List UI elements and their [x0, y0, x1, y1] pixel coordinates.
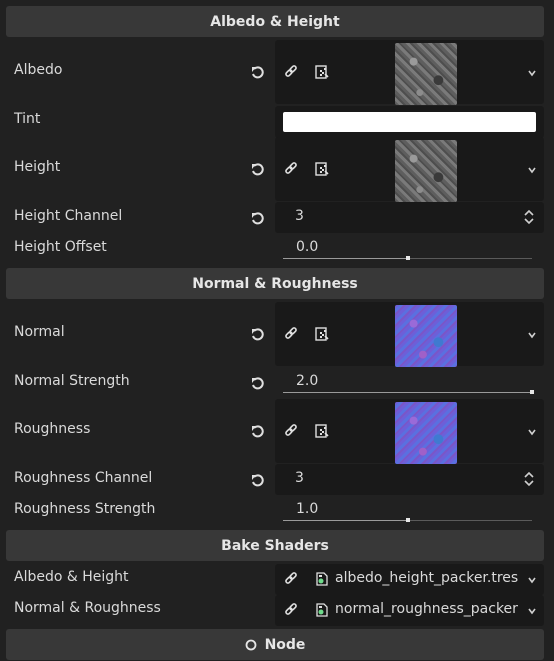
tint-label: Tint [14, 111, 41, 127]
slider-track[interactable] [283, 390, 534, 394]
height-channel-label: Height Channel [14, 208, 123, 224]
roughness-strength-label: Roughness Strength [14, 501, 156, 517]
section-title: Bake Shaders [221, 537, 329, 554]
slider-fill [283, 392, 532, 393]
slider-track[interactable] [283, 518, 532, 522]
resource-file-icon [313, 570, 331, 588]
revert-icon[interactable] [250, 424, 266, 440]
revert-icon[interactable] [250, 211, 266, 227]
slider-fill [283, 258, 408, 259]
make-unique-icon[interactable] [313, 422, 331, 440]
revert-icon[interactable] [250, 162, 266, 178]
bake-albedo-height-resource[interactable]: albedo_height_packer.tres [275, 564, 544, 595]
link-icon[interactable] [282, 570, 300, 588]
roughness-texture-thumbnail[interactable] [395, 402, 457, 464]
height-texture-field[interactable] [275, 137, 544, 202]
roughness-strength-slider[interactable]: 1.0 [275, 496, 544, 527]
section-albedo-height[interactable]: Albedo & Height [6, 6, 544, 37]
slider-grabber[interactable] [530, 390, 534, 394]
section-normal-roughness[interactable]: Normal & Roughness [6, 268, 544, 299]
normal-texture-field[interactable] [275, 302, 544, 367]
normal-texture-thumbnail[interactable] [395, 305, 457, 367]
make-unique-icon[interactable] [313, 160, 331, 178]
normal-strength-slider[interactable]: 2.0 [275, 368, 544, 399]
roughness-channel-label: Roughness Channel [14, 470, 153, 486]
revert-icon[interactable] [250, 376, 266, 392]
height-channel-value[interactable]: 3 [295, 208, 304, 224]
height-channel-spinbox[interactable]: 3 [275, 202, 544, 233]
bake-normal-roughness-resource[interactable]: normal_roughness_packer [275, 595, 544, 626]
bake-normal-roughness-filename: normal_roughness_packer [335, 601, 518, 617]
make-unique-icon[interactable] [313, 63, 331, 81]
bake-albedo-height-label: Albedo & Height [14, 569, 129, 585]
chevron-down-icon[interactable] [526, 605, 538, 617]
make-unique-icon[interactable] [313, 325, 331, 343]
revert-icon[interactable] [250, 473, 266, 489]
bake-albedo-height-filename: albedo_height_packer.tres [335, 570, 519, 586]
spin-arrows-icon[interactable] [524, 209, 534, 225]
spin-arrows-icon[interactable] [524, 471, 534, 487]
resource-file-icon [313, 601, 331, 619]
roughness-strength-value[interactable]: 1.0 [296, 501, 318, 517]
roughness-texture-field[interactable] [275, 399, 544, 464]
link-icon[interactable] [282, 325, 300, 343]
slider-fill [283, 520, 408, 521]
chevron-down-icon[interactable] [526, 164, 538, 176]
roughness-label: Roughness [14, 421, 91, 437]
revert-icon[interactable] [250, 65, 266, 81]
node-circle-icon [245, 639, 257, 651]
section-bake-shaders[interactable]: Bake Shaders [6, 530, 544, 561]
link-icon[interactable] [282, 422, 300, 440]
node-button[interactable]: Node [6, 629, 544, 660]
chevron-down-icon[interactable] [526, 574, 538, 586]
normal-strength-value[interactable]: 2.0 [296, 373, 318, 389]
bake-normal-roughness-label: Normal & Roughness [14, 600, 161, 616]
tint-color-field[interactable] [275, 106, 544, 138]
link-icon[interactable] [282, 601, 300, 619]
normal-label: Normal [14, 324, 65, 340]
chevron-down-icon[interactable] [526, 426, 538, 438]
chevron-down-icon[interactable] [526, 329, 538, 341]
node-button-label: Node [264, 636, 306, 653]
height-offset-label: Height Offset [14, 239, 107, 255]
section-title: Normal & Roughness [192, 275, 358, 292]
slider-track[interactable] [283, 256, 532, 260]
albedo-label: Albedo [14, 62, 63, 78]
revert-icon[interactable] [250, 327, 266, 343]
roughness-channel-spinbox[interactable]: 3 [275, 464, 544, 495]
tint-color-swatch[interactable] [283, 112, 536, 132]
height-label: Height [14, 159, 61, 175]
chevron-down-icon[interactable] [526, 67, 538, 79]
height-texture-thumbnail[interactable] [395, 140, 457, 202]
link-icon[interactable] [282, 160, 300, 178]
albedo-texture-field[interactable] [275, 40, 544, 105]
section-title: Albedo & Height [210, 13, 340, 30]
albedo-texture-thumbnail[interactable] [395, 43, 457, 105]
height-offset-value[interactable]: 0.0 [296, 239, 318, 255]
slider-grabber[interactable] [405, 518, 410, 522]
slider-grabber[interactable] [405, 256, 410, 260]
link-icon[interactable] [282, 63, 300, 81]
normal-strength-label: Normal Strength [14, 373, 130, 389]
height-offset-slider[interactable]: 0.0 [275, 234, 544, 265]
roughness-channel-value[interactable]: 3 [295, 470, 304, 486]
